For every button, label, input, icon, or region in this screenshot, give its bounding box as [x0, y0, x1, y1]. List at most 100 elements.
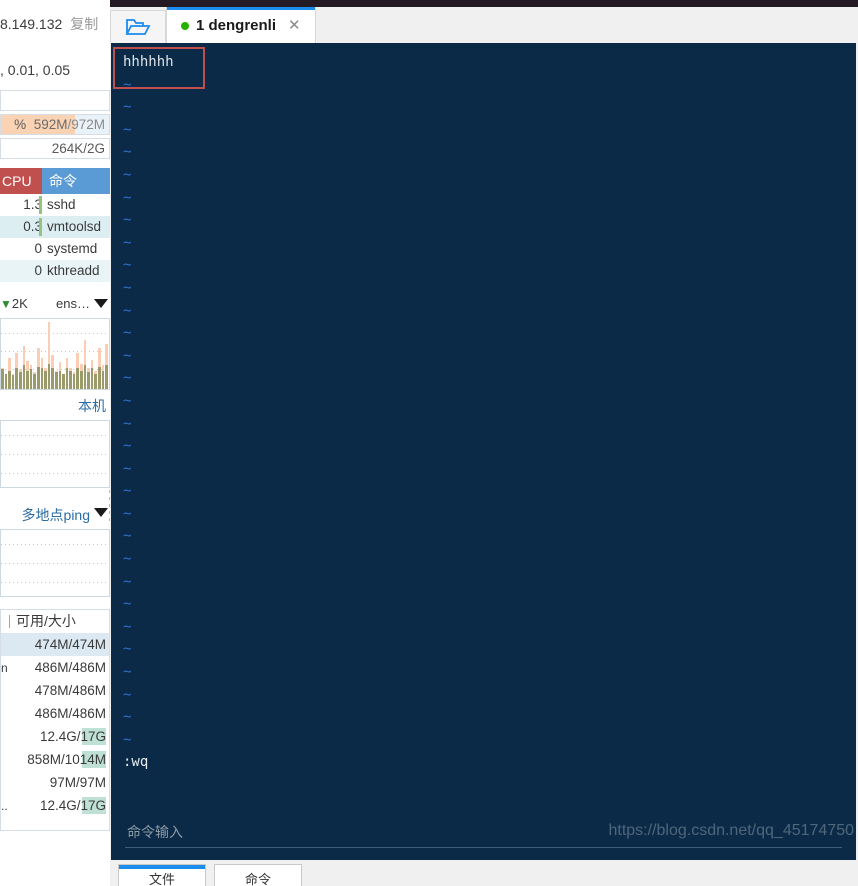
- table-row[interactable]: .. 12.4G/17G: [1, 794, 109, 817]
- disk-available-size: 97M/97M: [49, 775, 106, 790]
- disk-available-size: 858M/1014M: [27, 752, 106, 767]
- ping-multi-chart: [0, 529, 110, 597]
- chevron-down-icon[interactable]: [94, 508, 108, 517]
- vim-empty-line-marker: ~: [123, 686, 132, 703]
- network-download-bar: [11, 375, 15, 389]
- table-row[interactable]: 1.3 sshd: [0, 194, 110, 216]
- table-row[interactable]: 97M/97M: [1, 771, 109, 794]
- bottom-tab-files[interactable]: 文件: [118, 864, 206, 886]
- vim-empty-line-marker: ~: [123, 460, 132, 477]
- network-download-bar: [62, 373, 65, 389]
- network-download-bar: [76, 368, 80, 389]
- tab-title: 1 dengrenli: [196, 17, 277, 34]
- network-download-bar: [47, 363, 51, 389]
- memory-used: 592M: [33, 117, 68, 132]
- app-root: 8.149.132 复制 , 0.01, 0.05 % 592M/972M 264…: [0, 0, 858, 886]
- vim-empty-line-marker: ~: [123, 505, 132, 522]
- vim-empty-line-marker: ~: [123, 325, 132, 342]
- disk-available-size: 12.4G/17G: [39, 798, 106, 813]
- memory-percent: %: [14, 117, 27, 132]
- table-row[interactable]: 474M/474M: [1, 633, 109, 656]
- chart-gridline: [1, 473, 109, 474]
- process-col-command[interactable]: 命令: [42, 168, 110, 194]
- process-command-value: kthreadd: [47, 263, 100, 278]
- vim-empty-line-marker: ~: [123, 618, 132, 635]
- table-row[interactable]: 858M/1014M: [1, 748, 109, 771]
- window-titlebar: [110, 0, 858, 7]
- terminal-body[interactable]: hhhhhh ~ ~ ~ ~ ~ ~ ~ ~ ~ ~ ~ ~ ~ ~ ~ ~ ~ ~ ~ ~ ~ ~ ~ ~ ~ ~ ~ ~ ~ ~:wq …: [111, 43, 856, 860]
- table-row[interactable]: 12.4G/17G: [1, 725, 109, 748]
- server-ip-line: 8.149.132 复制: [0, 14, 110, 38]
- terminal-tab-1[interactable]: 1 dengrenli ✕: [166, 7, 316, 43]
- bottom-tab-commands[interactable]: 命令: [214, 864, 302, 886]
- network-download-bar: [54, 372, 58, 389]
- open-file-manager-button[interactable]: [110, 10, 166, 43]
- network-bars: [1, 319, 109, 389]
- disk-available-size: 478M/486M: [34, 683, 106, 698]
- terminal-window: 1 dengrenli ✕ hhhhhh ~ ~ ~ ~ ~ ~ ~ ~ ~ ~ ~ ~ ~ ~ ~ ~ ~ ~ ~ ~…: [110, 0, 858, 886]
- chart-gridline: [1, 563, 109, 564]
- bottom-tab-label: 命令: [244, 872, 271, 886]
- copy-ip-button[interactable]: 复制: [70, 16, 98, 32]
- network-download-bar: [80, 370, 83, 389]
- ping-multi-label-row: 多地点ping: [0, 505, 110, 527]
- server-ip-address: 8.149.132: [0, 16, 63, 32]
- process-table-header: CPU 命令: [0, 168, 110, 194]
- vim-editor-area[interactable]: hhhhhh ~ ~ ~ ~ ~ ~ ~ ~ ~ ~ ~ ~ ~ ~ ~ ~ ~ ~ ~ ~ ~ ~ ~ ~ ~ ~ ~ ~ ~ ~:wq: [111, 43, 856, 804]
- vim-empty-line-marker: ~: [123, 121, 132, 138]
- vim-empty-line-marker: ~: [123, 76, 132, 93]
- vim-empty-line-marker: ~: [123, 144, 132, 161]
- open-folder-icon: [125, 19, 151, 35]
- network-download-bar: [72, 373, 76, 389]
- tab-active-indicator: [167, 7, 315, 10]
- vim-empty-line-marker: ~: [123, 347, 132, 364]
- table-row[interactable]: 486M/486M: [1, 702, 109, 725]
- process-col-cpu[interactable]: CPU: [0, 168, 42, 194]
- ping-local-label: 本机: [78, 398, 106, 414]
- command-input[interactable]: [125, 820, 842, 848]
- disk-available-size: 12.4G/17G: [39, 729, 106, 744]
- network-download-bar: [87, 372, 90, 389]
- table-row[interactable]: 478M/486M: [1, 679, 109, 702]
- disk-mount-name: n: [1, 660, 8, 675]
- network-download-bar: [58, 370, 62, 389]
- network-download-bar: [51, 368, 54, 389]
- network-download-bar: [101, 370, 105, 389]
- disk-available-size: 486M/486M: [34, 706, 106, 721]
- vim-empty-line-marker: ~: [123, 392, 132, 409]
- network-bar: [105, 319, 109, 389]
- process-command-value: vmtoolsd: [47, 219, 102, 234]
- vim-empty-line-marker: ~: [123, 189, 132, 206]
- table-row[interactable]: 0 systemd: [0, 238, 110, 260]
- network-download-bar: [33, 373, 36, 389]
- network-interface-select[interactable]: ens…: [56, 296, 90, 311]
- table-row[interactable]: 0.3 vmtoolsd: [0, 216, 110, 238]
- vim-empty-line-marker: ~: [123, 279, 132, 296]
- table-row[interactable]: 0 kthreadd: [0, 260, 110, 282]
- network-download-bar: [18, 372, 22, 389]
- network-download-bar: [22, 365, 26, 389]
- vim-empty-line-marker: ~: [123, 664, 132, 681]
- table-row[interactable]: n 486M/486M: [1, 656, 109, 679]
- vim-text-line: hhhhhh: [123, 54, 174, 70]
- network-download-bar: [94, 373, 98, 389]
- bottom-tab-label: 文件: [148, 872, 175, 886]
- tab-status-dot-icon: [181, 21, 189, 30]
- memory-total: /972M: [67, 117, 105, 132]
- disk-col-available[interactable]: 可用/大小: [16, 613, 76, 629]
- network-download-bar: [8, 370, 11, 389]
- network-download-bar: [15, 368, 18, 389]
- network-download-bar: [65, 368, 69, 389]
- network-download-bar: [4, 373, 8, 389]
- network-download-bar: [26, 370, 29, 389]
- network-download-bar: [98, 366, 101, 389]
- network-stat-value: 264K/2G: [51, 141, 105, 156]
- command-input-row: [111, 820, 856, 850]
- network-download-bar: [36, 366, 40, 389]
- vim-empty-line-marker: ~: [123, 438, 132, 455]
- chevron-down-icon[interactable]: [94, 299, 108, 308]
- memory-stat-text: % 592M/972M: [14, 117, 105, 132]
- network-download-bar: [105, 365, 108, 389]
- bottom-tab-strip: 文件 命令: [110, 860, 858, 886]
- close-icon[interactable]: ✕: [288, 18, 301, 33]
